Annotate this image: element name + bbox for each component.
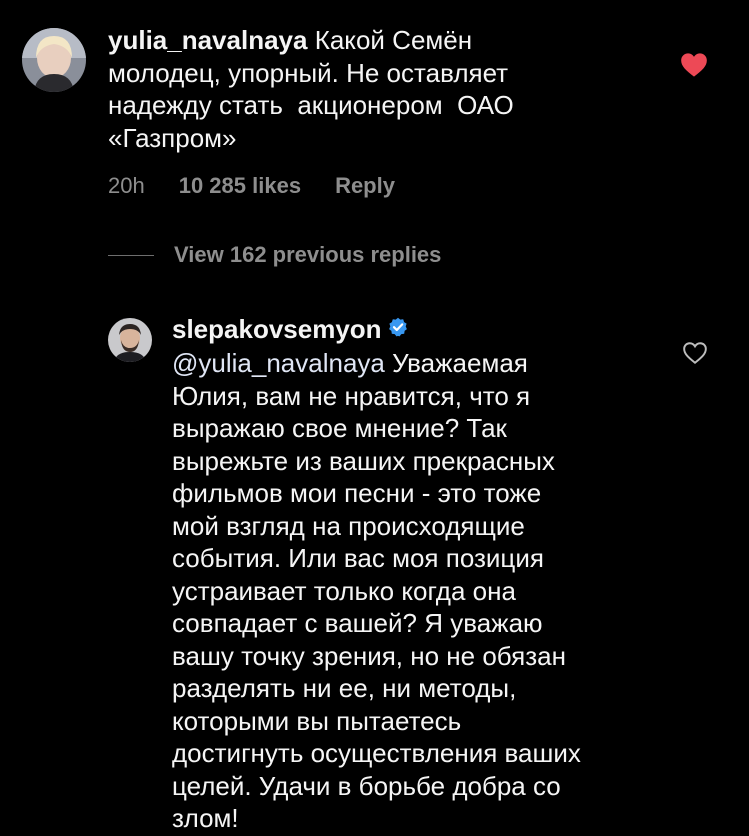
avatar-yulia[interactable]	[22, 28, 86, 92]
reply-body: Уважаемая Юлия, вам не нравится, что я в…	[172, 348, 581, 834]
view-replies-label: View 162 previous replies	[174, 242, 442, 267]
comment-likes[interactable]: 10 285 likes	[179, 173, 301, 199]
reply-button[interactable]: Reply	[335, 173, 395, 199]
view-previous-replies[interactable]: View 162 previous replies	[108, 242, 441, 268]
avatar-photo-icon	[108, 318, 152, 362]
verified-badge-icon	[388, 312, 408, 345]
comment-username[interactable]: yulia_navalnaya	[108, 25, 307, 55]
reply-text: slepakovsemyon @yulia_navalnaya Уважаема…	[172, 313, 652, 835]
like-button[interactable]	[680, 52, 708, 78]
heart-filled-icon	[681, 53, 707, 77]
reply-username[interactable]: slepakovsemyon	[172, 314, 382, 344]
reply-like-button[interactable]	[682, 341, 708, 365]
comment-time: 20h	[108, 173, 145, 198]
avatar-slepakovsemyon[interactable]	[108, 318, 152, 362]
replies-divider	[108, 254, 154, 256]
avatar-photo-icon	[22, 28, 86, 92]
heart-outline-icon	[683, 342, 707, 364]
comment-meta: 20h 10 285 likes Reply	[108, 171, 395, 201]
comment-text: yulia_navalnaya Какой Семён молодец, упо…	[108, 24, 688, 154]
mention-link[interactable]: @yulia_navalnaya	[172, 348, 385, 378]
